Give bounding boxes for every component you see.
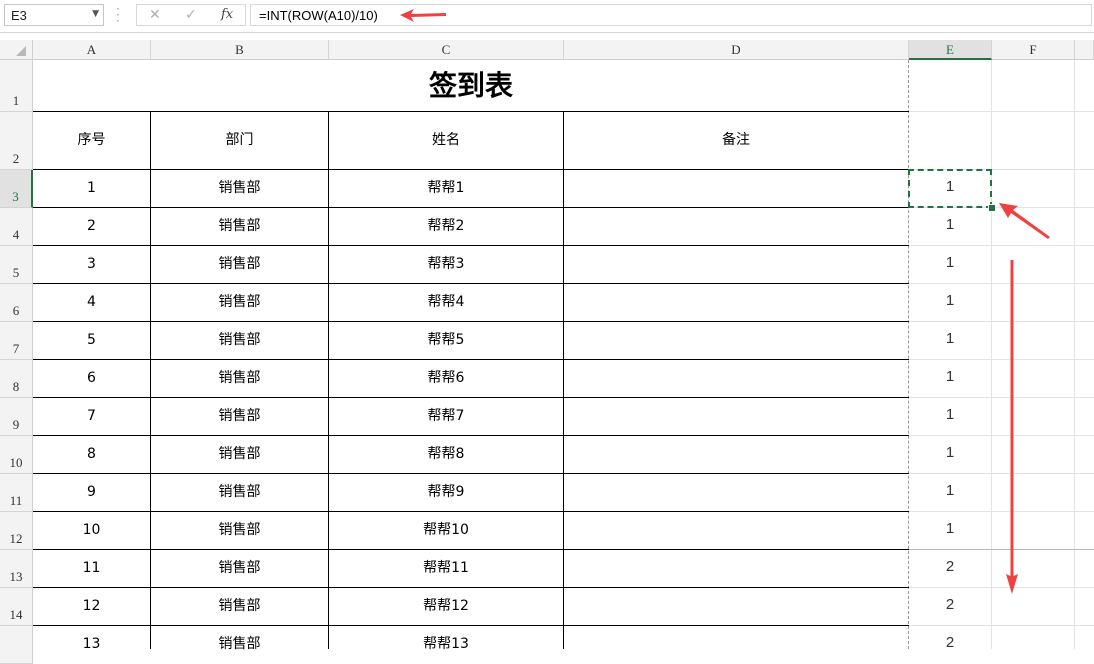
cell-name[interactable]: 帮帮8 [329,436,563,473]
cell-dept[interactable]: 销售部 [151,360,328,397]
cell-e[interactable]: 1 [909,208,991,245]
header-name[interactable]: 姓名 [329,112,563,169]
row-header-15[interactable] [0,626,33,664]
name-box[interactable]: E3 ▼ [4,4,104,26]
cell-e[interactable]: 2 [909,626,991,663]
cell-seq[interactable]: 1 [33,170,150,207]
cell-seq[interactable]: 12 [33,588,150,625]
column-header-a[interactable]: A [33,40,151,60]
column-header-b[interactable]: B [151,40,329,60]
cell-e[interactable]: 1 [909,246,991,283]
cell-name[interactable]: 帮帮3 [329,246,563,283]
row-header-1[interactable]: 1 [0,60,33,112]
cell-name[interactable]: 帮帮12 [329,588,563,625]
cell-name[interactable]: 帮帮5 [329,322,563,359]
cell-e[interactable]: 1 [909,284,991,321]
chevron-down-icon[interactable]: ▼ [92,9,99,19]
row-header-14[interactable]: 14 [0,588,33,626]
column-header-g[interactable] [1075,40,1094,60]
header-note[interactable]: 备注 [564,112,908,169]
formula-input[interactable]: =INT(ROW(A10)/10) [250,4,1092,26]
cell-dept[interactable]: 销售部 [151,588,328,625]
formula-text: =INT(ROW(A10)/10) [259,8,378,23]
cell-dept[interactable]: 销售部 [151,550,328,587]
row-header-5[interactable]: 5 [0,246,33,284]
cell-dept[interactable]: 销售部 [151,512,328,549]
cell-dept[interactable]: 销售部 [151,474,328,511]
cell-name[interactable]: 帮帮9 [329,474,563,511]
column-header-e[interactable]: E [909,40,992,60]
cell-seq[interactable]: 5 [33,322,150,359]
cell-name[interactable]: 帮帮2 [329,208,563,245]
cell-seq[interactable]: 10 [33,512,150,549]
cell-name[interactable]: 帮帮10 [329,512,563,549]
gridline [991,60,992,649]
cell-dept[interactable]: 销售部 [151,246,328,283]
cell-name[interactable]: 帮帮7 [329,398,563,435]
cell-seq[interactable]: 13 [33,626,150,663]
table-border [563,111,564,649]
formula-bar-area: E3 ▼ · · · ✕ ✓ fx =INT(ROW(A10)/10) [0,0,1094,33]
cell-seq[interactable]: 2 [33,208,150,245]
cell-seq[interactable]: 8 [33,436,150,473]
cell-e[interactable]: 1 [909,512,991,549]
name-box-value: E3 [11,8,27,23]
cell-e[interactable]: 2 [909,588,991,625]
cell-e[interactable]: 1 [909,322,991,359]
header-dept[interactable]: 部门 [151,112,328,169]
cell-e[interactable]: 1 [909,474,991,511]
cell-seq[interactable]: 11 [33,550,150,587]
gridline [1074,60,1075,649]
select-all-icon [16,46,26,56]
cell-name[interactable]: 帮帮13 [329,626,563,663]
cell-e[interactable]: 1 [909,436,991,473]
cell-name[interactable]: 帮帮6 [329,360,563,397]
sheet-title[interactable]: 签到表 [33,60,909,112]
row-header-10[interactable]: 10 [0,436,33,474]
column-header-f[interactable]: F [992,40,1075,60]
insert-function-icon[interactable]: fx [221,7,233,22]
cell-name[interactable]: 帮帮11 [329,550,563,587]
cell-e[interactable]: 1 [909,360,991,397]
row-header-6[interactable]: 6 [0,284,33,322]
cell-seq[interactable]: 4 [33,284,150,321]
cell-e[interactable]: 2 [909,550,991,587]
row-header-3[interactable]: 3 [0,170,33,208]
row-header-12[interactable]: 12 [0,512,33,550]
cell-name[interactable]: 帮帮1 [329,170,563,207]
cell-seq[interactable]: 3 [33,246,150,283]
column-header-d[interactable]: D [564,40,909,60]
fill-handle[interactable] [988,204,996,212]
row-header-4[interactable]: 4 [0,208,33,246]
cell-seq[interactable]: 9 [33,474,150,511]
row-header-8[interactable]: 8 [0,360,33,398]
annotation-arrow-icon [400,9,446,22]
selected-cell-e3[interactable] [908,169,992,208]
formula-buttons: ✕ ✓ fx [136,4,246,26]
row-header-2[interactable]: 2 [0,112,33,170]
cell-seq[interactable]: 6 [33,360,150,397]
annotation-arrow-icon [999,203,1050,239]
row-header-13[interactable]: 13 [0,550,33,588]
cell-dept[interactable]: 销售部 [151,170,328,207]
cell-dept[interactable]: 销售部 [151,626,328,663]
enter-icon[interactable]: ✓ [185,7,197,23]
cell-dept[interactable]: 销售部 [151,436,328,473]
row-header-11[interactable]: 11 [0,474,33,512]
cell-seq[interactable]: 7 [33,398,150,435]
cell-e[interactable]: 1 [909,398,991,435]
more-options-icon[interactable]: · · · [116,3,120,27]
select-all-button[interactable] [0,40,33,60]
cell-dept[interactable]: 销售部 [151,398,328,435]
cell-dept[interactable]: 销售部 [151,322,328,359]
header-seq[interactable]: 序号 [33,112,150,169]
annotation-arrow-icon [1006,260,1018,594]
column-header-c[interactable]: C [329,40,564,60]
cell-name[interactable]: 帮帮4 [329,284,563,321]
cell-dept[interactable]: 销售部 [151,284,328,321]
cell-dept[interactable]: 销售部 [151,208,328,245]
cancel-icon[interactable]: ✕ [149,7,161,23]
row-header-9[interactable]: 9 [0,398,33,436]
row-header-7[interactable]: 7 [0,322,33,360]
